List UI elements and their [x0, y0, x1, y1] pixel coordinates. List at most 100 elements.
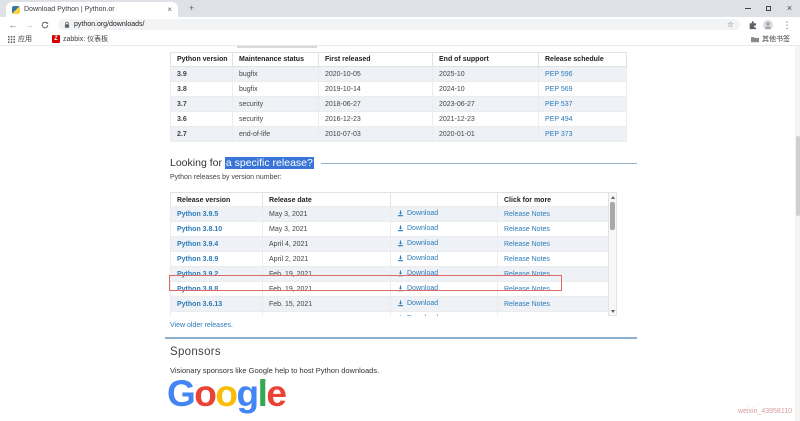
release-notes-link[interactable]: Release Notes	[504, 241, 550, 248]
menu-dots-icon[interactable]: ⋮	[780, 17, 794, 33]
support-cell: 2023-06-27	[433, 97, 539, 112]
release-row: Python 3.9.2 Feb. 19, 2021 Download Release…	[171, 267, 609, 282]
back-button[interactable]: ←	[6, 17, 20, 33]
section-divider	[165, 337, 637, 339]
col-python-version: Python version	[171, 53, 233, 67]
pep-schedule-link[interactable]: PEP 569	[545, 86, 573, 93]
col-release-schedule: Release schedule	[539, 53, 627, 67]
download-link[interactable]: Download	[397, 315, 438, 317]
release-version-link[interactable]: Python 3.9.2	[177, 271, 218, 278]
scrollbar-thumb[interactable]	[610, 202, 615, 230]
release-version-link[interactable]: Python 3.8.10	[177, 226, 222, 233]
release-table-scroll-area[interactable]: Python 3.9.5May 3, 2021DownloadRelease N…	[170, 206, 608, 316]
pep-schedule-link[interactable]: PEP 596	[545, 71, 573, 78]
bookmark-zabbix[interactable]: Z zabbix: 仪表板	[52, 33, 108, 45]
bookmark-star-icon[interactable]: ☆	[727, 21, 734, 29]
release-notes-link[interactable]: Release Notes	[504, 256, 550, 263]
release-version-link[interactable]: Python 3.7.10	[177, 316, 222, 317]
support-cell: 3.6	[171, 112, 233, 127]
google-logo-letter: G	[167, 373, 194, 414]
release-version-link[interactable]: Python 3.9.5	[177, 211, 218, 218]
download-icon	[397, 225, 404, 232]
pep-schedule-link[interactable]: PEP 537	[545, 101, 573, 108]
release-version-link[interactable]: Python 3.6.13	[177, 301, 222, 308]
lock-icon	[64, 21, 70, 29]
support-cell: bugfix	[233, 82, 319, 97]
support-cell: 3.9	[171, 67, 233, 82]
apps-shortcut[interactable]: 应用	[8, 33, 32, 45]
notes-cell: Release Notes	[498, 267, 609, 282]
support-cell: end-of-life	[233, 127, 319, 142]
pep-schedule-link[interactable]: PEP 373	[545, 131, 573, 138]
pep-schedule-link[interactable]: PEP 494	[545, 116, 573, 123]
download-link[interactable]: Download	[397, 240, 438, 247]
release-version-link[interactable]: Python 3.9.4	[177, 241, 218, 248]
url-text[interactable]: python.org/downloads/	[74, 21, 144, 28]
maximize-icon	[766, 6, 771, 11]
download-cell: Download	[391, 312, 498, 317]
page-scrollbar-thumb[interactable]	[796, 136, 800, 216]
release-version-cell: Python 3.8.8	[171, 282, 263, 297]
release-notes-link[interactable]: Release Notes	[504, 271, 550, 278]
release-row: Python 3.9.5May 3, 2021DownloadRelease N…	[171, 207, 609, 222]
release-notes-link[interactable]: Release Notes	[504, 211, 550, 218]
heading-prefix: Looking for	[170, 157, 225, 169]
forward-button[interactable]: →	[22, 17, 36, 33]
download-link[interactable]: Download	[397, 285, 438, 292]
download-icon	[397, 300, 404, 307]
reload-button[interactable]	[38, 17, 52, 33]
release-row: Python 3.6.13 Feb. 15, 2021 Download Releas…	[171, 297, 609, 312]
new-tab-button[interactable]: +	[186, 3, 197, 14]
download-icon	[397, 210, 404, 217]
download-label: Download	[407, 270, 438, 277]
download-link[interactable]: Download	[397, 270, 438, 277]
support-cell: security	[233, 112, 319, 127]
notes-cell: Release Notes	[498, 282, 609, 297]
release-schedule-cell: PEP 569	[539, 82, 627, 97]
release-notes-link[interactable]: Release Notes	[504, 286, 550, 293]
release-date-cell: Feb. 15, 2021	[263, 297, 391, 312]
google-logo-letter: g	[237, 373, 258, 414]
download-link[interactable]: Download	[397, 255, 438, 262]
close-button[interactable]: ×	[779, 0, 800, 17]
extensions-icon[interactable]	[746, 17, 758, 33]
download-link[interactable]: Download	[397, 300, 438, 307]
scrollbar-down-arrow[interactable]	[609, 307, 616, 315]
release-date-cell: Feb. 19, 2021	[263, 267, 391, 282]
support-table-header-row: Python version Maintenance status First …	[171, 53, 627, 67]
release-row: Python 3.8.10May 3, 2021DownloadRelease …	[171, 222, 609, 237]
active-tab[interactable]: Download Python | Python.or ×	[6, 2, 178, 17]
support-table-row: 3.7security2018-06-272023-06-27PEP 537	[171, 97, 627, 112]
download-link[interactable]: Download	[397, 210, 438, 217]
view-older-releases-link[interactable]: View older releases.	[170, 322, 233, 329]
maximize-button[interactable]	[758, 0, 779, 17]
other-bookmarks[interactable]: 其他书签	[751, 33, 790, 45]
notes-cell: Release Notes	[498, 207, 609, 222]
tab-close-icon[interactable]: ×	[167, 6, 172, 14]
heading-selection-highlight: a specific release?	[225, 157, 314, 169]
address-bar[interactable]: python.org/downloads/ ☆	[58, 19, 740, 30]
scrollbar-up-arrow[interactable]	[609, 193, 616, 201]
release-date-cell: April 2, 2021	[263, 252, 391, 267]
release-notes-link[interactable]: Release Notes	[504, 316, 550, 317]
release-table-scrollbar[interactable]	[608, 192, 617, 316]
release-notes-link[interactable]: Release Notes	[504, 226, 550, 233]
minimize-button[interactable]	[737, 0, 758, 17]
release-version-link[interactable]: Python 3.8.9	[177, 256, 218, 263]
google-logo: Google	[167, 377, 285, 411]
page-scrollbar[interactable]	[795, 46, 800, 421]
download-link[interactable]: Download	[397, 225, 438, 232]
support-table-row: 2.7end-of-life2010-07-032020-01-01PEP 37…	[171, 127, 627, 142]
download-icon	[397, 285, 404, 292]
support-cell: 2020-01-01	[433, 127, 539, 142]
notes-cell: Release Notes	[498, 312, 609, 317]
apps-grid-icon	[8, 36, 15, 43]
support-cell: 2018-06-27	[319, 97, 433, 112]
release-notes-link[interactable]: Release Notes	[504, 301, 550, 308]
release-version-link[interactable]: Python 3.8.8	[177, 286, 218, 293]
support-table-row: 3.6security2016-12-232021-12-23PEP 494	[171, 112, 627, 127]
support-cell: 2025-10	[433, 67, 539, 82]
profile-avatar[interactable]	[761, 17, 775, 33]
release-version-cell: Python 3.9.5	[171, 207, 263, 222]
support-table-row: 3.9bugfix2020-10-052025-10PEP 596	[171, 67, 627, 82]
